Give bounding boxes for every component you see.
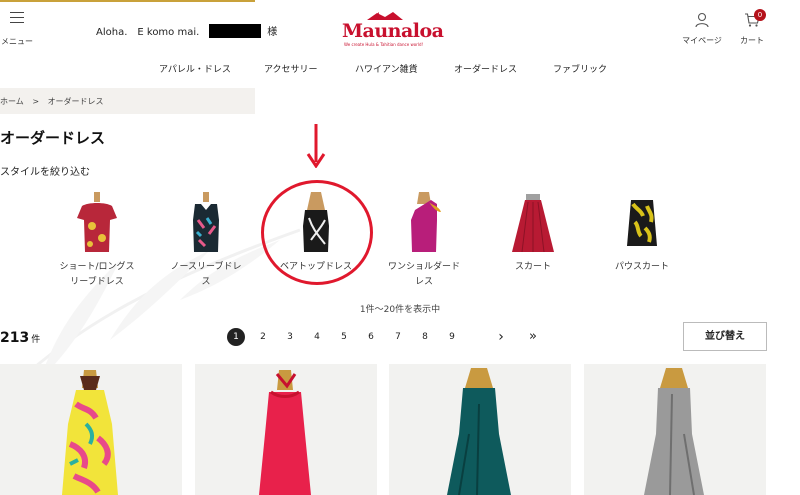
cart-button[interactable]: 0 カート [734, 9, 770, 46]
page-6[interactable]: 6 [362, 328, 380, 346]
page-3[interactable]: 3 [281, 328, 299, 346]
nav-item-hawaiian-goods[interactable]: ハワイアン雑貨 [355, 62, 418, 75]
nav-item-fabric[interactable]: ファブリック [553, 62, 607, 75]
product-card[interactable] [584, 364, 766, 495]
style-filter-pau-skirt[interactable]: パウスカート [592, 190, 692, 275]
pau-skirt-icon [627, 200, 657, 246]
page-9[interactable]: 9 [443, 328, 461, 346]
product-image-teal-bare-top-dress [447, 368, 511, 495]
menu-label: メニュー [1, 37, 33, 46]
total-count-unit: 件 [31, 335, 41, 345]
style-filter-sleeves-label: ショート/ロングス リーブドレス [59, 262, 135, 287]
style-filter-sleeveless[interactable]: ノースリーブドレス [156, 190, 256, 290]
page-1[interactable]: 1 [227, 328, 245, 346]
dress-one-shoulder-icon [411, 192, 441, 252]
style-filter-one-shoulder[interactable]: ワンショルダード レス [374, 190, 474, 290]
page-title: オーダードレス [0, 129, 106, 147]
page-4[interactable]: 4 [308, 328, 326, 346]
product-card[interactable] [195, 364, 377, 495]
user-name-redacted [209, 23, 262, 38]
breadcrumb-current: オーダードレス [47, 97, 104, 106]
last-page-icon[interactable]: » [524, 328, 542, 346]
nav-item-accessories[interactable]: アクセサリー [264, 62, 318, 75]
greeting-text: Aloha. E komo mai. [96, 27, 200, 38]
product-card[interactable] [0, 364, 182, 495]
logo-tagline: We create Hula & Tahitian dance world! [344, 42, 424, 47]
page-5[interactable]: 5 [335, 328, 353, 346]
page-2[interactable]: 2 [254, 328, 272, 346]
nav-item-order-dress[interactable]: オーダードレス [454, 62, 517, 75]
product-image-gray-bare-top-dress [644, 368, 704, 495]
top-accent-line [0, 0, 255, 2]
user-icon [695, 12, 709, 28]
page-7[interactable]: 7 [389, 328, 407, 346]
logo-wordmark: Maunaloa [342, 20, 444, 42]
menu-button[interactable]: メニュー [0, 12, 34, 48]
dress-sleeves-icon [77, 192, 117, 252]
style-filter-skirt-label: スカート [514, 262, 551, 272]
selected-style-highlight [261, 180, 373, 285]
product-image-red-halter-dress [259, 370, 311, 495]
down-arrow-icon [306, 124, 326, 168]
site-logo[interactable]: Maunaloa We create Hula & Tahitian dance… [342, 10, 444, 48]
honorific: 様 [267, 27, 278, 38]
mypage-button[interactable]: マイページ [680, 12, 724, 46]
results-range-text: 1件～20件を表示中 [359, 305, 441, 315]
breadcrumb-home[interactable]: ホーム [0, 97, 24, 106]
sort-button[interactable]: 並び替え [683, 322, 767, 351]
style-filter-pau-skirt-label: パウスカート [614, 262, 669, 272]
skirt-icon [512, 194, 554, 253]
style-filter-sleeves[interactable]: ショート/ロングス リーブドレス [47, 190, 147, 290]
cart-count-badge: 0 [754, 9, 766, 21]
dress-sleeveless-icon [193, 192, 219, 252]
next-page-icon[interactable]: › [492, 328, 510, 346]
page-8[interactable]: 8 [416, 328, 434, 346]
total-count-number: 213 [0, 330, 30, 346]
product-card[interactable] [389, 364, 571, 495]
style-filter-one-shoulder-label: ワンショルダード レス [387, 262, 460, 287]
product-image-floral-halter-dress [62, 370, 118, 495]
cart-label: カート [740, 36, 764, 45]
breadcrumb-separator: > [32, 97, 40, 106]
hamburger-icon [10, 12, 24, 23]
filter-heading: スタイルを絞り込む [0, 167, 90, 178]
nav-item-apparel[interactable]: アパレル・ドレス [159, 62, 231, 75]
total-count: 213 件 [0, 327, 40, 346]
breadcrumb: ホーム > オーダードレス [0, 88, 255, 114]
greeting: Aloha. E komo mai. 様 [96, 23, 277, 38]
style-filter-sleeveless-label: ノースリーブドレス [170, 262, 242, 287]
global-nav: アパレル・ドレス アクセサリー ハワイアン雑貨 オーダードレス ファブリック [0, 62, 800, 76]
style-filter-skirt[interactable]: スカート [483, 190, 583, 275]
mypage-label: マイページ [682, 36, 722, 45]
